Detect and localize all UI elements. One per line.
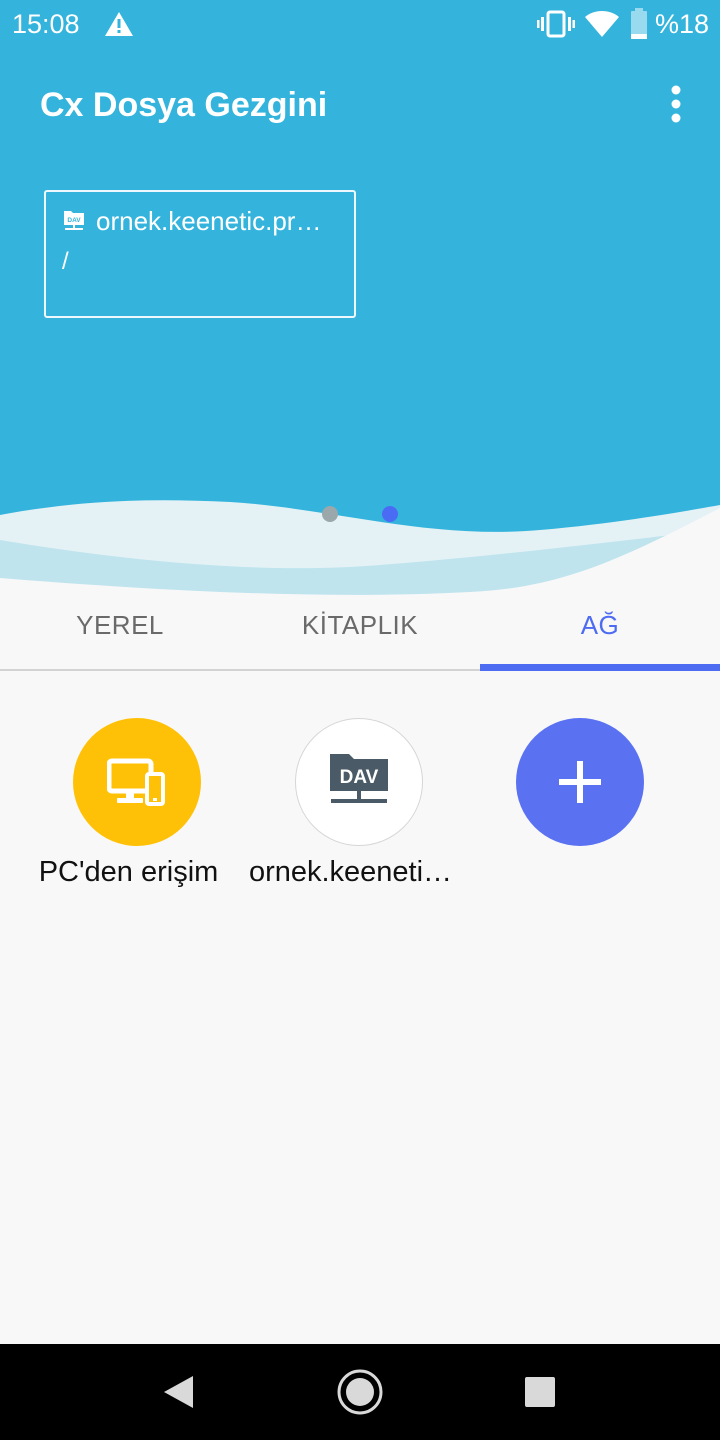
battery-icon	[631, 8, 647, 39]
page-indicator-dot[interactable]	[322, 506, 338, 522]
network-item-pc-access[interactable]: PC'den erişim	[18, 718, 239, 898]
add-icon	[559, 761, 601, 803]
add-circle	[516, 718, 644, 846]
dav-server-circle: DAV	[295, 718, 423, 846]
vibrate-icon	[537, 10, 575, 38]
battery-percent: %18	[655, 9, 710, 39]
page-indicator-dot-active[interactable]	[382, 506, 398, 522]
app-title: Cx Dosya Gezgini	[40, 86, 328, 124]
navigation-bar	[0, 1344, 720, 1440]
add-network-button[interactable]	[461, 718, 682, 898]
pc-devices-icon	[107, 758, 165, 806]
screen: 15:08 %18 Cx Dosya Gezgini DAV ornek.kee…	[0, 0, 720, 1440]
tab-indicator	[480, 664, 720, 671]
tab-yerel[interactable]: YEREL	[0, 580, 240, 670]
dav-folder-icon: DAV	[330, 754, 388, 803]
pc-access-circle	[73, 718, 201, 846]
tab-bar: YEREL KİTAPLIK AĞ	[0, 580, 720, 672]
dav-icon-text: DAV	[67, 217, 81, 224]
network-item-dav-server[interactable]: DAV ornek.keeneti…	[240, 718, 461, 898]
dav-icon: DAV	[64, 211, 84, 230]
more-vert-icon[interactable]	[662, 84, 690, 124]
back-icon[interactable]	[161, 1374, 195, 1410]
header-area: 15:08 %18 Cx Dosya Gezgini DAV ornek.kee…	[0, 0, 720, 600]
status-bar: 15:08 %18	[0, 0, 720, 50]
recent-location-path: /	[62, 248, 69, 275]
home-icon[interactable]	[336, 1368, 384, 1416]
network-item-label: PC'den erişim	[38, 856, 219, 888]
warning-icon	[105, 12, 133, 36]
tab-ag[interactable]: AĞ	[480, 580, 720, 670]
tab-kitaplik[interactable]: KİTAPLIK	[240, 580, 480, 670]
recent-location-card[interactable]: DAV ornek.keenetic.pr… /	[44, 190, 356, 318]
status-time: 15:08	[12, 9, 80, 39]
wifi-icon	[585, 11, 619, 37]
recent-location-title: ornek.keenetic.pr…	[96, 206, 322, 236]
dav-folder-icon-text: DAV	[340, 767, 379, 788]
recents-icon[interactable]	[525, 1377, 555, 1407]
network-item-label: ornek.keeneti…	[248, 856, 453, 888]
